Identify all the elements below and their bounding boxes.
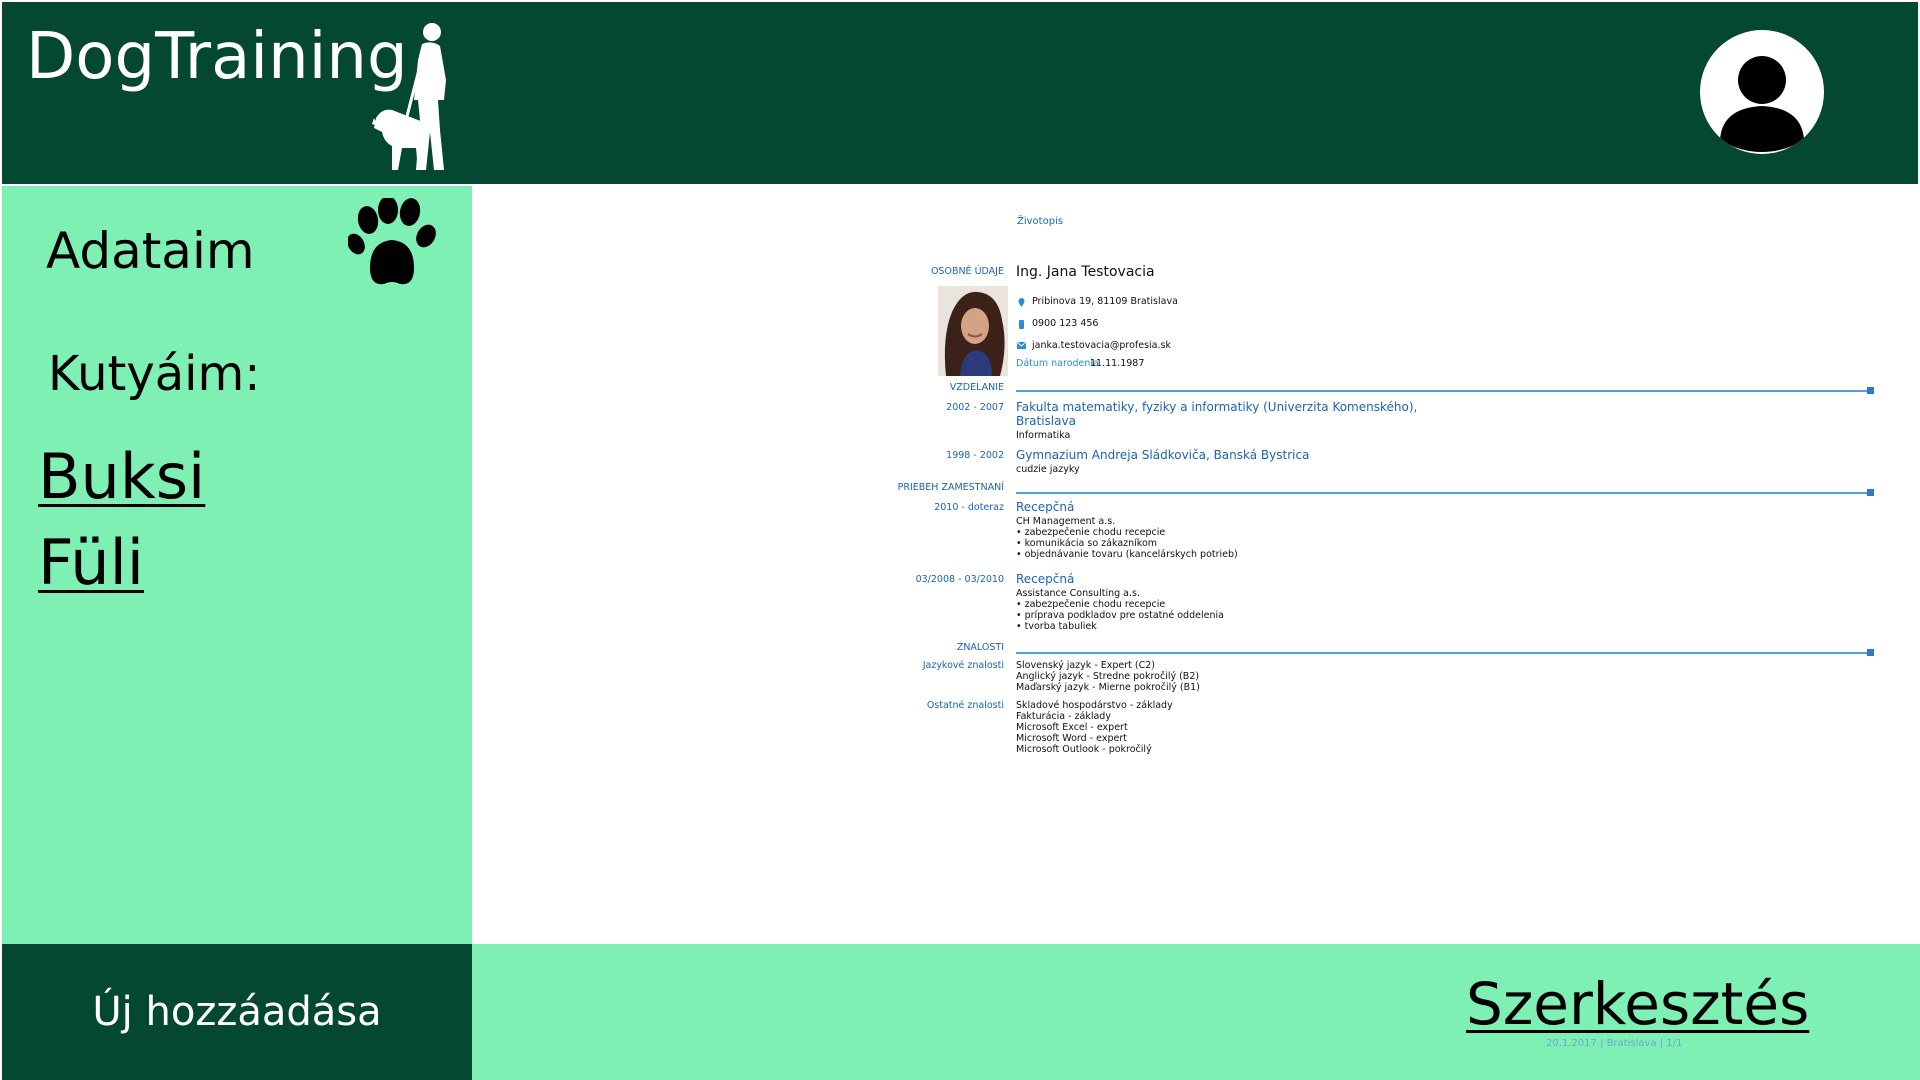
cv-other-skill-item: Microsoft Word - expert [1016, 733, 1127, 744]
main-content: Životopis OSOBNÉ ÚDAJE Ing. Jana Testova… [472, 186, 1920, 944]
cv-language-item: Maďarský jazyk - Mierne pokročilý (B1) [1016, 682, 1200, 693]
top-header: DogTraining [0, 0, 1920, 186]
cv-other-skill-item: Skladové hospodárstvo - základy [1016, 700, 1173, 711]
edit-link[interactable]: Szerkesztés [1466, 970, 1809, 1038]
person-walking-dog-icon [372, 20, 462, 180]
cv-personal-label: OSOBNÉ ÚDAJE [930, 266, 1004, 277]
cv-other-skill-item: Fakturácia - základy [1016, 711, 1111, 722]
cv-edu-years: 2002 - 2007 [946, 402, 1004, 413]
cv-photo [938, 286, 1008, 376]
sidebar: Adataim Kutyáim: Buksi Füli [0, 186, 472, 944]
cv-phone: 0900 123 456 [1032, 318, 1099, 329]
my-dogs-label: Kutyáim: [48, 346, 261, 402]
footer-bar: Szerkesztés 20.1.2017 | Bratislava | 1/1 [472, 944, 1920, 1080]
cv-birth-label: Dátum narodenia [1016, 358, 1099, 369]
cv-job-duty: • objednávanie tovaru (kancelárskych pot… [1016, 549, 1238, 560]
cv-section-rule [1016, 489, 1874, 496]
email-icon [1017, 342, 1026, 349]
dog-link-buksi[interactable]: Buksi [38, 440, 205, 513]
cv-skills-label: ZNALOSTI [956, 642, 1004, 653]
cv-other-skills-label: Ostatné znalosti [926, 700, 1004, 711]
cv-edu-school: Gymnazium Andreja Sládkoviča, Banská Bys… [1016, 448, 1310, 462]
cv-languages-label: Jazykové znalosti [922, 660, 1004, 671]
cv-doc-title: Životopis [1017, 216, 1064, 227]
cv-job-company: CH Management a.s. [1016, 516, 1116, 527]
cv-name: Ing. Jana Testovacia [1016, 264, 1155, 280]
cv-other-skill-item: Microsoft Excel - expert [1016, 722, 1128, 733]
user-avatar-icon[interactable] [1700, 30, 1824, 154]
cv-edu-school: Fakulta matematiky, fyziky a informatiky… [1016, 400, 1418, 414]
cv-other-skill-item: Microsoft Outlook - pokročilý [1016, 744, 1152, 755]
cv-job-title: Recepčná [1016, 572, 1075, 586]
phone-icon [1019, 320, 1024, 329]
cv-section-rule [1016, 649, 1874, 656]
location-icon [1018, 298, 1025, 307]
cv-job-duty: • zabezpečenie chodu recepcie [1016, 527, 1166, 538]
cv-section-rule [1016, 387, 1874, 394]
cv-language-item: Anglický jazyk - Stredne pokročilý (B2) [1016, 671, 1200, 682]
my-data-heading[interactable]: Adataim [46, 222, 255, 280]
cv-edu-field: Informatika [1016, 430, 1071, 441]
cv-language-item: Slovenský jazyk - Expert (C2) [1016, 660, 1156, 671]
cv-education-label: VZDELANIE [949, 382, 1004, 393]
cv-document: Životopis OSOBNÉ ÚDAJE Ing. Jana Testova… [472, 186, 1920, 944]
cv-job-title: Recepčná [1016, 500, 1075, 514]
cv-job-company: Assistance Consulting a.s. [1016, 588, 1140, 599]
cv-job-duty: • zabezpečenie chodu recepcie [1016, 599, 1166, 610]
cv-edu-school-city: Bratislava [1016, 414, 1076, 428]
app-title: DogTraining [26, 20, 408, 94]
cv-footer-text: 20.1.2017 | Bratislava | 1/1 [1546, 1038, 1683, 1049]
cv-job-period: 2010 - doteraz [934, 502, 1004, 513]
add-new-button[interactable]: Új hozzáadása [0, 944, 472, 1080]
cv-edu-years: 1998 - 2002 [946, 450, 1004, 461]
cv-job-period: 03/2008 - 03/2010 [915, 574, 1004, 585]
cv-employment-label: PRIEBEH ZAMESTNANÍ [897, 482, 1004, 493]
cv-job-duty: • príprava podkladov pre ostatné oddelen… [1016, 610, 1224, 621]
cv-job-duty: • tvorba tabuliek [1016, 621, 1097, 632]
cv-email: janka.testovacia@profesia.sk [1032, 340, 1171, 351]
cv-birth-date: 11.11.1987 [1090, 358, 1145, 369]
dog-link-fuli[interactable]: Füli [38, 526, 144, 599]
cv-edu-field: cudzie jazyky [1016, 464, 1080, 475]
paw-icon [347, 196, 438, 294]
cv-job-duty: • komunikácia so zákazníkom [1016, 538, 1158, 549]
cv-address: Pribinova 19, 81109 Bratislava [1032, 296, 1178, 307]
